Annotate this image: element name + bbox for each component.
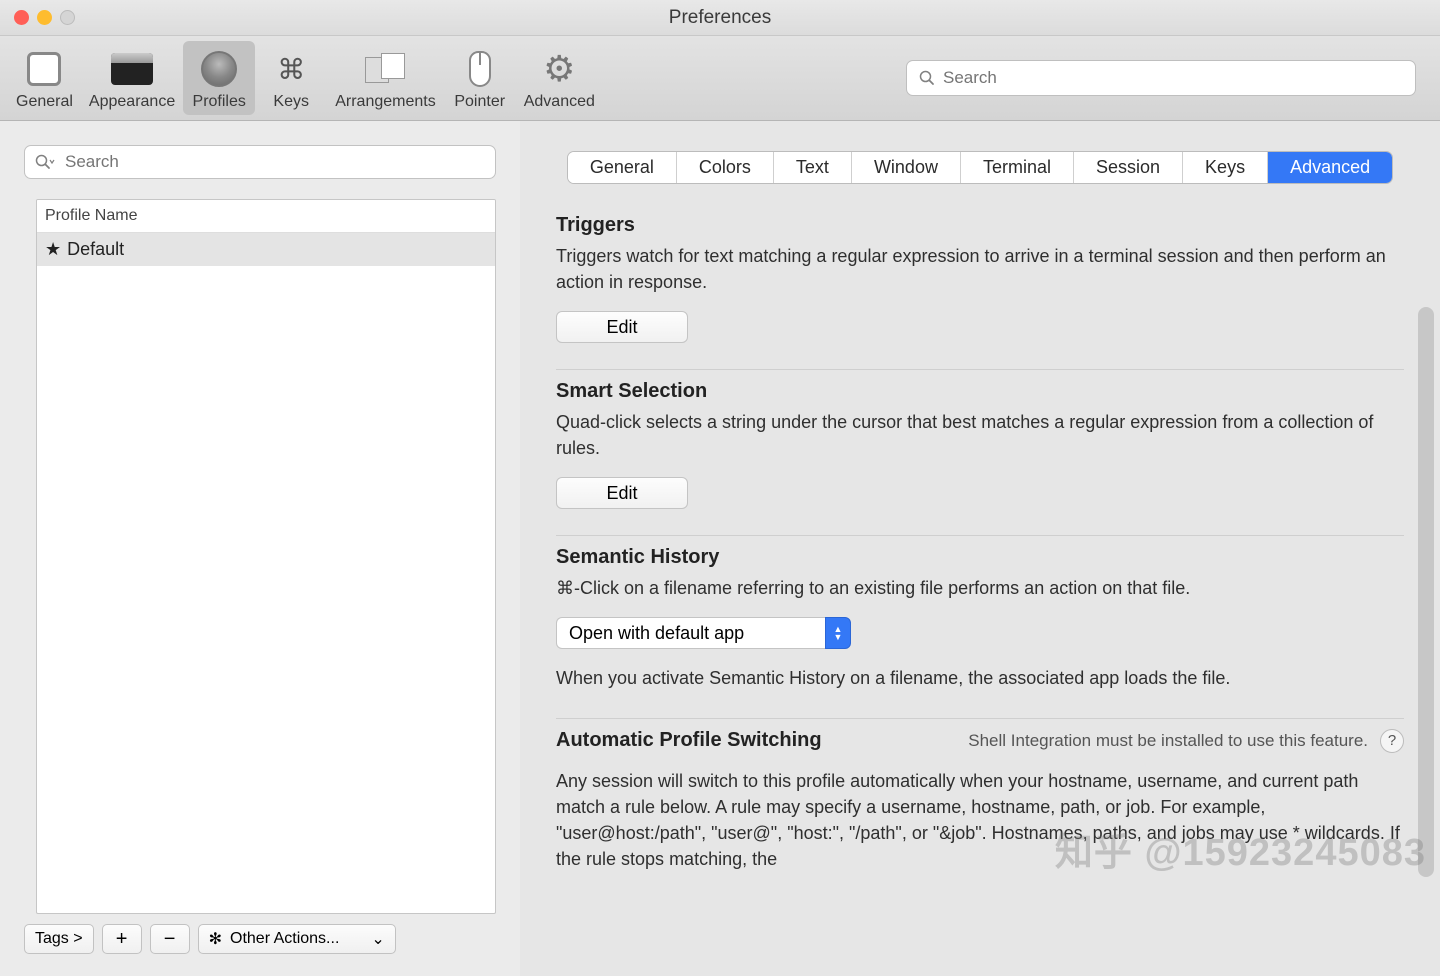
window-title: Preferences	[0, 7, 1440, 29]
toolbar-label: Pointer	[454, 93, 505, 111]
smart-selection-edit-button[interactable]: Edit	[556, 477, 688, 509]
vertical-scrollbar[interactable]	[1418, 307, 1434, 877]
other-actions-dropdown[interactable]: ✻ Other Actions... ⌄	[198, 924, 396, 954]
add-profile-button[interactable]: +	[102, 924, 142, 954]
toolbar-arrangements[interactable]: Arrangements	[327, 41, 444, 115]
general-icon	[27, 52, 61, 86]
profile-row-default[interactable]: ★ Default	[37, 233, 495, 266]
dropdown-value: Open with default app	[556, 617, 825, 649]
tab-text[interactable]: Text	[774, 152, 852, 183]
tab-window[interactable]: Window	[852, 152, 961, 183]
tags-button[interactable]: Tags >	[24, 924, 94, 954]
tab-keys[interactable]: Keys	[1183, 152, 1268, 183]
triggers-title: Triggers	[556, 214, 1404, 237]
smart-selection-desc: Quad-click selects a string under the cu…	[556, 409, 1404, 461]
titlebar: Preferences	[0, 0, 1440, 36]
semantic-history-title: Semantic History	[556, 546, 1404, 569]
toolbar-pointer[interactable]: Pointer	[444, 41, 516, 115]
tab-session[interactable]: Session	[1074, 152, 1183, 183]
toolbar-label: Keys	[273, 93, 309, 111]
keys-icon: ⌘	[277, 53, 305, 86]
toolbar-keys[interactable]: ⌘ Keys	[255, 41, 327, 115]
close-window-button[interactable]	[14, 10, 29, 25]
appearance-icon	[111, 53, 153, 85]
smart-selection-title: Smart Selection	[556, 380, 1404, 403]
advanced-scroll-area[interactable]: Triggers Triggers watch for text matchin…	[520, 204, 1440, 976]
toolbar-general[interactable]: General	[8, 41, 81, 115]
prefs-toolbar: General Appearance Profiles ⌘ Keys Arran…	[0, 36, 1440, 121]
profile-tabs: General Colors Text Window Terminal Sess…	[567, 151, 1393, 184]
help-button[interactable]: ?	[1380, 729, 1404, 753]
tab-general[interactable]: General	[568, 152, 677, 183]
profiles-sidebar: Profile Name ★ Default Tags > + − ✻ Othe…	[0, 121, 520, 976]
profile-list-header: Profile Name	[37, 200, 495, 233]
gear-icon: ✻	[209, 929, 222, 949]
aps-title: Automatic Profile Switching	[556, 729, 822, 752]
semantic-history-dropdown[interactable]: Open with default app ▲▼	[556, 617, 851, 649]
tab-advanced[interactable]: Advanced	[1268, 152, 1392, 183]
zoom-window-button[interactable]	[60, 10, 75, 25]
section-smart-selection: Smart Selection Quad-click selects a str…	[556, 370, 1404, 536]
arrangements-icon	[365, 53, 405, 85]
star-icon: ★	[45, 239, 61, 260]
toolbar-label: Profiles	[193, 93, 246, 111]
remove-profile-button[interactable]: −	[150, 924, 190, 954]
semantic-history-desc: ⌘-Click on a filename referring to an ex…	[556, 575, 1404, 601]
minimize-window-button[interactable]	[37, 10, 52, 25]
toolbar-profiles[interactable]: Profiles	[183, 41, 255, 115]
gear-icon: ⚙	[543, 48, 575, 90]
toolbar-label: Appearance	[89, 93, 175, 111]
toolbar-label: Advanced	[524, 93, 595, 111]
toolbar-search-input[interactable]	[906, 60, 1416, 96]
section-automatic-profile-switching: Automatic Profile Switching Shell Integr…	[556, 719, 1404, 898]
traffic-lights	[0, 10, 75, 25]
toolbar-advanced[interactable]: ⚙ Advanced	[516, 41, 603, 115]
section-semantic-history: Semantic History ⌘-Click on a filename r…	[556, 536, 1404, 718]
dropdown-arrows-icon: ▲▼	[825, 617, 851, 649]
profile-settings-main: General Colors Text Window Terminal Sess…	[520, 121, 1440, 976]
triggers-desc: Triggers watch for text matching a regul…	[556, 243, 1404, 295]
other-actions-label: Other Actions...	[230, 930, 339, 948]
profile-name: Default	[67, 239, 124, 260]
tab-terminal[interactable]: Terminal	[961, 152, 1074, 183]
aps-hint: Shell Integration must be installed to u…	[968, 731, 1368, 751]
profile-list: Profile Name ★ Default	[36, 199, 496, 914]
section-triggers: Triggers Triggers watch for text matchin…	[556, 204, 1404, 370]
semantic-history-note: When you activate Semantic History on a …	[556, 665, 1404, 691]
triggers-edit-button[interactable]: Edit	[556, 311, 688, 343]
toolbar-appearance[interactable]: Appearance	[81, 41, 183, 115]
pointer-icon	[469, 51, 491, 87]
toolbar-label: General	[16, 93, 73, 111]
aps-desc: Any session will switch to this profile …	[556, 768, 1404, 872]
toolbar-label: Arrangements	[335, 93, 436, 111]
chevron-down-icon: ⌄	[371, 929, 384, 949]
profiles-icon	[201, 51, 237, 87]
tab-colors[interactable]: Colors	[677, 152, 774, 183]
profile-search-input[interactable]	[24, 145, 496, 179]
